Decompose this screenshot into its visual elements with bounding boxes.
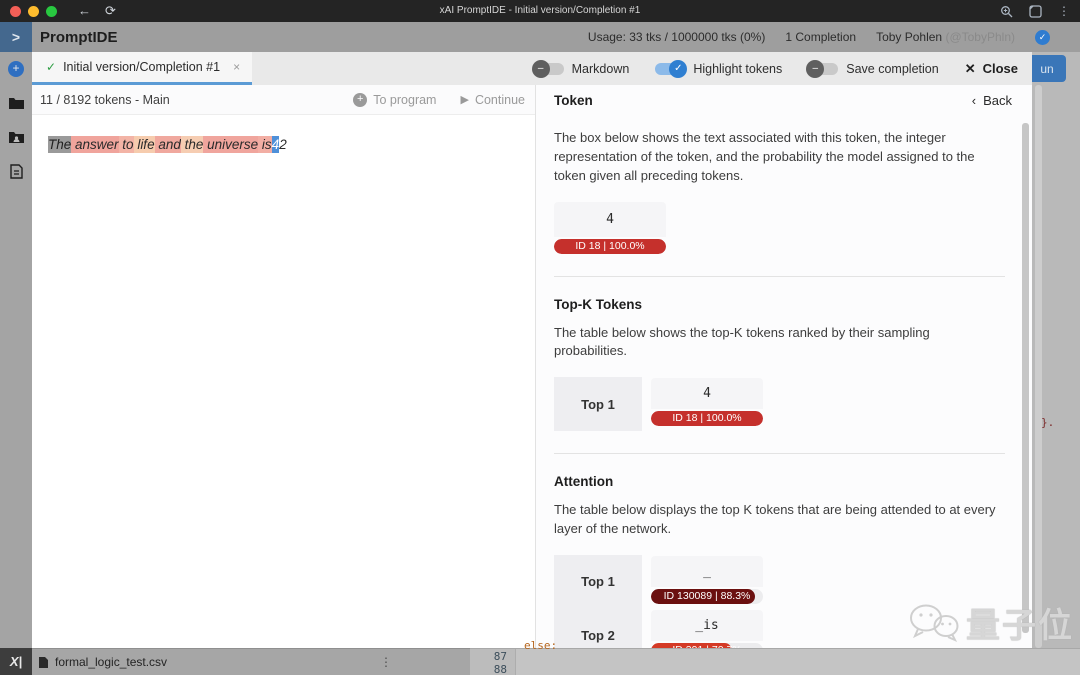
usage-stat: Usage: 33 tks / 1000000 tks (0%): [587, 30, 766, 44]
user-name[interactable]: Toby Pohlen (@TobyPhln): [876, 30, 1015, 44]
panel-scrollbar[interactable]: [1022, 123, 1029, 633]
token-inspector-panel: Token ‹ Back The box below shows the tex…: [535, 85, 1032, 648]
check-icon: ✓: [46, 60, 57, 74]
panel-title: Token: [554, 92, 593, 108]
divider: [554, 453, 1005, 455]
sidebar-item-files[interactable]: [0, 86, 32, 120]
background-code-keyword: else:: [524, 639, 558, 652]
promptide-logo-icon[interactable]: >: [0, 22, 32, 52]
topk-table: Top 1 4 ID 18 | 100.0%: [554, 377, 1005, 432]
close-button[interactable]: ✕ Close: [965, 61, 1018, 77]
token-chip[interactable]: the: [180, 136, 204, 153]
token-chip[interactable]: universe: [203, 136, 259, 153]
xai-logo: X|: [0, 648, 32, 675]
file-name: formal_logic_test.csv: [55, 655, 168, 669]
browser-menu-icon[interactable]: ⋮: [1058, 4, 1070, 18]
window-title: xAI PromptIDE - Initial version/Completi…: [439, 5, 641, 16]
token-chip[interactable]: answer: [71, 136, 119, 153]
attention-intro-text: The table below displays the top K token…: [554, 502, 996, 537]
token-text: 4: [554, 201, 666, 237]
tab-bar: ✓ Initial version/Completion #1 × – Mark…: [32, 52, 1032, 85]
browser-back-icon[interactable]: ←: [78, 0, 91, 22]
toggle-off-icon[interactable]: –: [531, 59, 564, 78]
topk-token-card[interactable]: 4 ID 18 | 100.0%: [651, 377, 763, 431]
close-window-button[interactable]: [10, 5, 21, 17]
background-scrollbar[interactable]: [1035, 85, 1042, 648]
rank-label: Top 2: [554, 608, 642, 648]
markdown-toggle[interactable]: – Markdown: [531, 59, 629, 78]
tab-close-icon[interactable]: ×: [233, 60, 240, 74]
token-intro-text: The box below shows the text associated …: [554, 130, 975, 183]
code-editor[interactable]: 87 88 await set_title(f"Answer: {model_a…: [470, 648, 1080, 675]
app-sidebar: > +: [0, 22, 32, 648]
chevron-left-icon: ‹: [971, 92, 977, 108]
save-completion-toggle[interactable]: – Save completion: [806, 59, 939, 78]
back-button[interactable]: ‹ Back: [972, 93, 1012, 108]
token-chip[interactable]: is: [258, 136, 272, 153]
file-icon: [39, 656, 48, 668]
tab-initial-version-completion[interactable]: ✓ Initial version/Completion #1 ×: [32, 52, 253, 85]
wechat-icon: [910, 604, 959, 642]
window-titlebar: ← ⟳ xAI PromptIDE - Initial version/Comp…: [0, 0, 1080, 22]
token-chip[interactable]: to: [118, 136, 134, 153]
user-handle: (@TobyPhln): [945, 30, 1015, 44]
toggle-off-icon[interactable]: –: [806, 59, 839, 78]
token-chip[interactable]: 2: [279, 136, 287, 153]
completion-count[interactable]: 1 Completion: [785, 30, 856, 44]
prompt-text: The answer to life and the universe is42: [48, 135, 521, 154]
folder-user-icon: [8, 132, 24, 143]
topk-intro-text: The table below shows the top-K tokens r…: [554, 324, 930, 359]
app-title: PromptIDE: [40, 28, 118, 46]
folder-icon: [8, 98, 24, 109]
verified-badge-icon: ✓: [1035, 29, 1050, 45]
rank-label: Top 1: [554, 554, 642, 609]
highlight-tokens-toggle[interactable]: ✓ Highlight tokens: [655, 59, 782, 78]
editor-pane-header: 11 / 8192 tokens - Main + To program ▶ C…: [32, 85, 535, 115]
play-icon: ▶: [460, 94, 469, 106]
token-id-badge: ID 18 | 100.0%: [651, 411, 763, 427]
continue-button[interactable]: ▶ Continue: [460, 93, 525, 107]
plus-circle-icon: +: [353, 92, 368, 107]
token-chip[interactable]: life: [133, 136, 155, 153]
xai-logo-icon: X|: [9, 654, 23, 669]
document-icon: [9, 163, 23, 179]
file-menu-icon[interactable]: ⋮: [380, 655, 464, 669]
new-file-button[interactable]: +: [0, 52, 32, 86]
divider: [554, 275, 1005, 277]
background-code-fragment: }.: [1041, 416, 1055, 429]
topk-heading: Top-K Tokens: [554, 296, 642, 312]
code-lines: await set_title(f"Answer: {model_answer}…: [515, 649, 1023, 675]
to-program-button[interactable]: + To program: [353, 92, 436, 107]
zoom-search-icon[interactable]: [1000, 5, 1013, 18]
browser-reload-icon[interactable]: ⟳: [105, 0, 116, 22]
token-id-badge: ID 130089 | 88.3%: [651, 588, 763, 604]
app-header: PromptIDE Usage: 33 tks / 1000000 tks (0…: [32, 22, 1080, 52]
toggle-on-icon[interactable]: ✓: [655, 59, 688, 78]
watermark-text: 量子位: [966, 606, 1074, 646]
line-numbers: 87 88: [470, 649, 515, 675]
minimize-window-button[interactable]: [28, 5, 39, 17]
attention-token-card[interactable]: _is ID 391 | 70.7%: [651, 609, 763, 648]
close-icon: ✕: [964, 60, 976, 76]
completion-modal: ✓ Initial version/Completion #1 × – Mark…: [32, 52, 1032, 648]
rank-label: Top 1: [554, 377, 642, 432]
token-id-badge: ID 391 | 70.7%: [651, 642, 763, 648]
attention-heading: Attention: [554, 474, 614, 490]
token-id-badge: ID 18 | 100.0%: [554, 238, 666, 254]
extensions-icon[interactable]: [1029, 4, 1042, 18]
plus-circle-icon: +: [8, 61, 24, 77]
sidebar-item-docs[interactable]: [0, 154, 32, 188]
token-card[interactable]: 4 ID 18 | 100.0%: [554, 201, 666, 254]
file-explorer-row[interactable]: formal_logic_test.csv ⋮: [32, 648, 470, 675]
watermark: 量子位: [908, 598, 1074, 647]
fullscreen-window-button[interactable]: [46, 5, 57, 17]
token-count-status: 11 / 8192 tokens - Main: [40, 92, 170, 107]
sidebar-item-shared[interactable]: [0, 120, 32, 154]
token-chip[interactable]: and: [154, 136, 181, 153]
attention-token-card[interactable]: _ ID 130089 | 88.3%: [651, 555, 763, 609]
run-button[interactable]: un: [1028, 55, 1066, 82]
completion-editor[interactable]: The answer to life and the universe is42: [32, 115, 535, 648]
token-chip[interactable]: The: [48, 136, 72, 153]
